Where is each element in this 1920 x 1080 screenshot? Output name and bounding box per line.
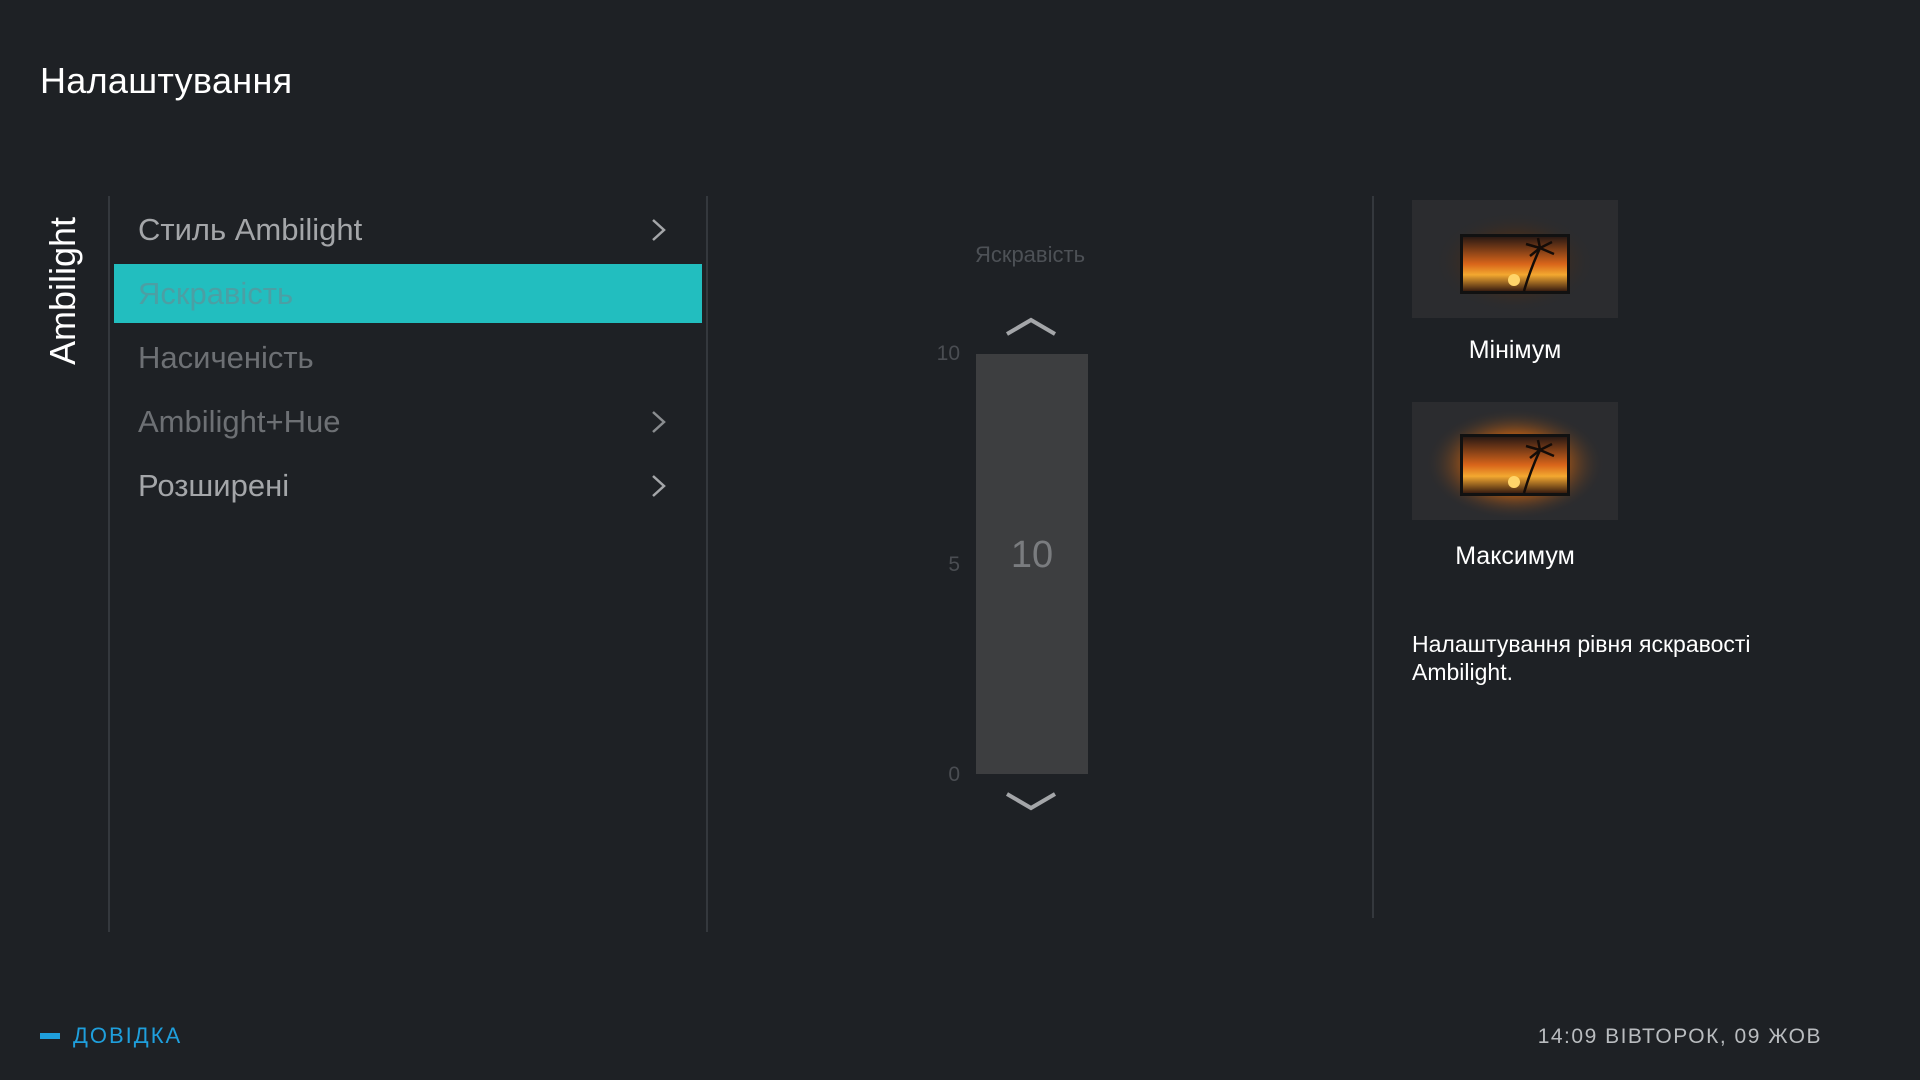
settings-menu: Стиль Ambilight Яскравість Насиченість A… [114,200,702,520]
divider-left [108,196,110,932]
category-tab-label: Ambilight [42,216,83,366]
divider-right [1372,196,1374,918]
help-label: ДОВІДКА [73,1023,183,1048]
chevron-right-icon [652,475,666,497]
help-description: Налаштування рівня яскравості Ambilight. [1412,631,1751,685]
category-tab-ambilight[interactable]: Ambilight [38,196,88,386]
tick-label-max: 10 [936,342,960,365]
tick-label-min: 0 [948,763,960,786]
menu-item-advanced[interactable]: Розширені [114,456,702,515]
divider-middle [706,196,708,932]
menu-item-label: Розширені [138,468,290,503]
preview-image-maximum [1412,402,1618,520]
tick-label-mid: 5 [948,553,960,576]
menu-item-label: Насиченість [138,340,314,375]
preview-image-minimum [1412,200,1618,318]
menu-item-ambilight-hue[interactable]: Ambilight+Hue [114,392,702,451]
page-title: Налаштування [40,60,293,101]
menu-item-ambilight-style[interactable]: Стиль Ambilight [114,200,702,259]
help-color-key [40,1033,60,1039]
menu-item-label: Стиль Ambilight [138,212,363,247]
slider-label: Яскравість [974,242,1086,267]
preview-caption-maximum: Максимум [1455,542,1575,570]
menu-item-saturation[interactable]: Насиченість [114,328,702,387]
chevron-down-icon[interactable] [1003,790,1059,814]
menu-item-label: Ambilight+Hue [138,404,341,439]
chevron-right-icon [652,411,666,433]
preview-caption-minimum: Мінімум [1468,336,1562,364]
menu-item-brightness[interactable]: Яскравість [114,264,702,323]
slider-value: 10 [1010,534,1054,576]
clock: 14:09 ВІВТОРОК, 09 ЖОВ [1537,1025,1822,1048]
chevron-up-icon[interactable] [1003,314,1059,338]
chevron-right-icon [652,219,666,241]
menu-item-label: Яскравість [138,276,294,311]
